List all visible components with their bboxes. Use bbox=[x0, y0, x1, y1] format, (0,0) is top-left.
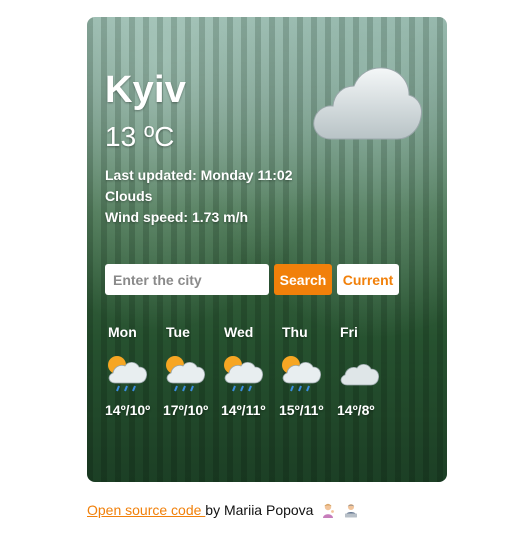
city-name: Kyiv bbox=[105, 69, 187, 111]
forecast-temperature: 15º/11º bbox=[279, 402, 324, 418]
city-search-input[interactable] bbox=[105, 264, 269, 295]
forecast-day: Tue 17º/10º bbox=[163, 324, 221, 418]
forecast-day-name: Wed bbox=[224, 324, 254, 340]
forecast-row: Mon 14º/10º Tue 17º/10º Wed 14º/11º Thu … bbox=[105, 324, 395, 418]
cloud-icon bbox=[313, 67, 422, 140]
current-location-button[interactable]: Current bbox=[337, 264, 399, 295]
search-form: Search Current bbox=[105, 264, 399, 295]
cloud-icon bbox=[340, 363, 379, 386]
temperature-value: 13 bbox=[105, 121, 137, 152]
forecast-day-name: Mon bbox=[108, 324, 137, 340]
footer: Open source code by Mariia Popova bbox=[87, 502, 359, 518]
weather-card: Kyiv 13 ºC Last updated: Monday 11:02 Cl… bbox=[87, 17, 447, 482]
forecast-day: Fri 14º/8º bbox=[337, 324, 395, 418]
wind-speed: Wind speed: 1.73 m/h bbox=[105, 209, 249, 225]
forecast-temperature: 17º/10º bbox=[163, 402, 209, 418]
forecast-day: Thu 15º/11º bbox=[279, 324, 337, 418]
sun-cloud-rain-icon bbox=[108, 356, 147, 392]
weather-description: Clouds bbox=[105, 188, 153, 204]
forecast-day: Wed 14º/11º bbox=[221, 324, 279, 418]
sun-cloud-rain-icon bbox=[282, 356, 321, 392]
forecast-day-name: Thu bbox=[282, 324, 308, 340]
sun-cloud-rain-icon bbox=[166, 356, 205, 392]
sun-cloud-rain-icon bbox=[224, 356, 263, 392]
forecast-day-name: Tue bbox=[166, 324, 190, 340]
person-tipping-hand-icon bbox=[323, 503, 335, 518]
search-button[interactable]: Search bbox=[274, 264, 332, 295]
current-temperature: 13 ºC bbox=[105, 121, 174, 153]
weather-details: Last updated: Monday 11:02 Clouds Wind s… bbox=[105, 165, 292, 228]
weather-content: Kyiv 13 ºC Last updated: Monday 11:02 Cl… bbox=[87, 17, 447, 482]
woman-technologist-icon bbox=[345, 504, 358, 518]
last-updated: Last updated: Monday 11:02 bbox=[105, 167, 293, 183]
forecast-temperature: 14º/10º bbox=[105, 402, 151, 418]
forecast-day-name: Fri bbox=[340, 324, 358, 340]
forecast-day: Mon 14º/10º bbox=[105, 324, 163, 418]
temperature-unit: ºC bbox=[143, 121, 175, 152]
author-credit: by Mariia Popova bbox=[205, 502, 314, 518]
forecast-temperature: 14º/8º bbox=[337, 402, 375, 418]
forecast-temperature: 14º/11º bbox=[221, 402, 266, 418]
open-source-link[interactable]: Open source code bbox=[87, 502, 205, 518]
